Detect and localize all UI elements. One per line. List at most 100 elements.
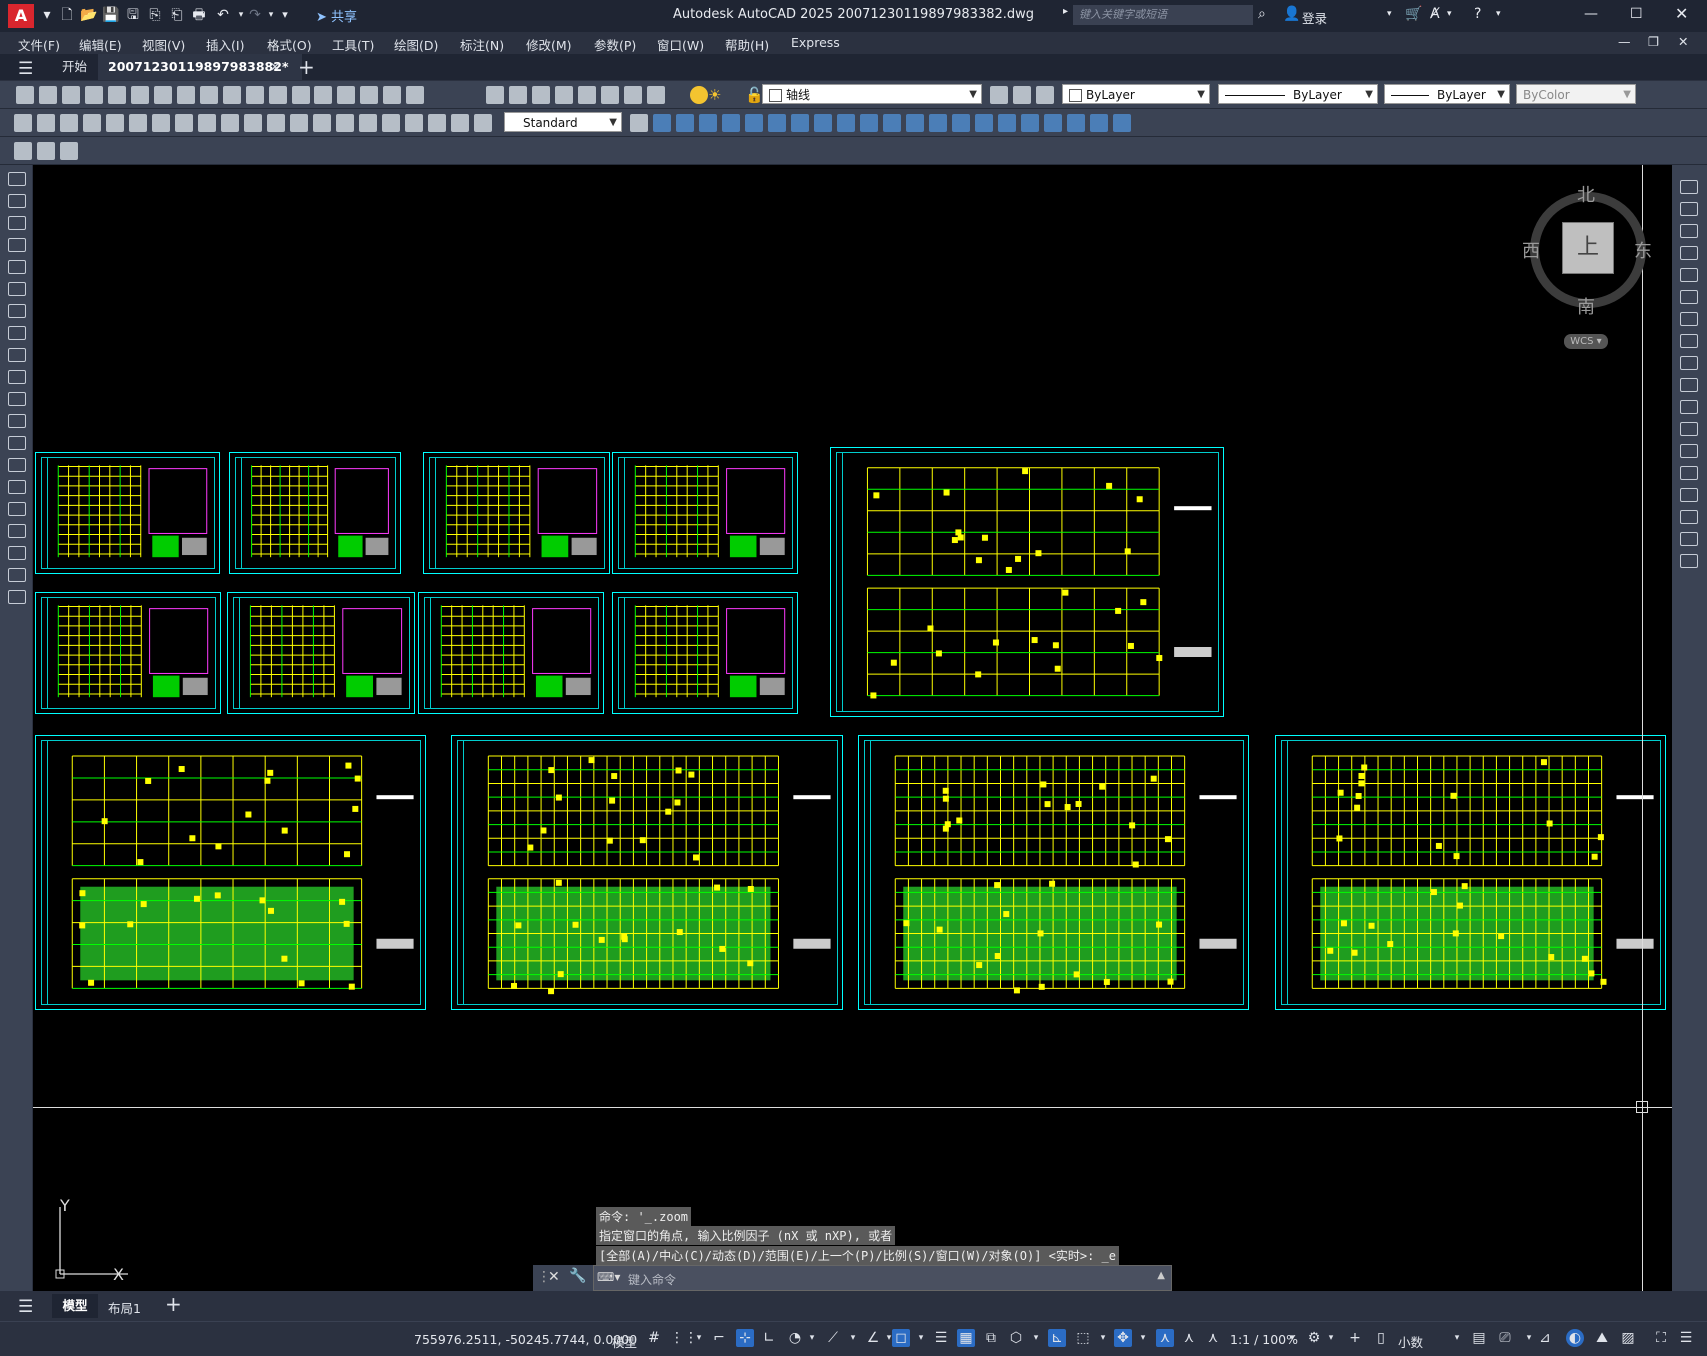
draw-tool-button[interactable] xyxy=(8,326,26,340)
toolbar-button[interactable] xyxy=(60,114,78,132)
tab-start[interactable]: 开始 xyxy=(52,54,97,80)
toolbar-button[interactable] xyxy=(653,114,671,132)
toolbar-button[interactable] xyxy=(647,86,665,104)
modify-tool-button[interactable] xyxy=(1680,422,1698,436)
toolbar-button[interactable] xyxy=(676,114,694,132)
toolbar-button[interactable] xyxy=(175,114,193,132)
auto-scale-icon[interactable]: ⋏ xyxy=(1180,1329,1198,1347)
grid-icon[interactable]: # xyxy=(645,1329,663,1347)
toolbar-button[interactable] xyxy=(998,114,1016,132)
toolbar-button[interactable] xyxy=(1044,114,1062,132)
toolbar-button[interactable] xyxy=(768,114,786,132)
transparency-icon[interactable]: ▦ xyxy=(957,1329,975,1347)
open-folder-icon[interactable]: 📂 xyxy=(80,6,98,24)
help-dropdown-icon[interactable]: ▾ xyxy=(1496,9,1501,19)
layer-on-icon[interactable] xyxy=(690,86,708,104)
snap-dropdown-icon[interactable]: ▾ xyxy=(690,1329,708,1347)
help-icon[interactable]: ? xyxy=(1474,6,1481,22)
cart-icon[interactable]: 🛒 xyxy=(1405,6,1422,22)
maximize-window-icon[interactable]: ☐ xyxy=(1630,6,1643,22)
doc-minimize-icon[interactable]: — xyxy=(1618,34,1631,49)
toolbar-button[interactable] xyxy=(131,86,149,104)
toolbar-button[interactable] xyxy=(14,114,32,132)
save-web-icon[interactable]: ⎗ xyxy=(168,6,186,24)
autocad-logo-icon[interactable]: A xyxy=(8,4,34,28)
modify-tool-button[interactable] xyxy=(1680,268,1698,282)
save-as-icon[interactable]: 🖫 xyxy=(124,6,142,24)
command-history-toggle-icon[interactable]: ▲ xyxy=(1157,1270,1165,1281)
login-link[interactable]: 登录 xyxy=(1302,8,1327,27)
selection-filter-dropdown-icon[interactable]: ▾ xyxy=(1094,1329,1112,1347)
quick-properties-icon[interactable]: ▤ xyxy=(1470,1329,1488,1347)
toolbar-button[interactable] xyxy=(555,86,573,104)
modify-tool-button[interactable] xyxy=(1680,224,1698,238)
toolbar-button[interactable] xyxy=(37,142,55,160)
modify-tool-button[interactable] xyxy=(1680,246,1698,260)
toolbar-button[interactable] xyxy=(336,114,354,132)
draw-tool-button[interactable] xyxy=(8,480,26,494)
toolbar-button[interactable] xyxy=(883,114,901,132)
viewcube-south-label[interactable]: 南 xyxy=(1577,293,1595,319)
toolbar-button[interactable] xyxy=(860,114,878,132)
menu-parametric[interactable]: 参数(P) xyxy=(594,35,636,54)
tab-model[interactable]: 模型 xyxy=(52,1294,98,1318)
toolbar-button[interactable] xyxy=(221,114,239,132)
3d-osnap-dropdown-icon[interactable]: ▾ xyxy=(1027,1329,1045,1347)
toolbar-button[interactable] xyxy=(929,114,947,132)
toolbar-button[interactable] xyxy=(990,86,1008,104)
menu-file[interactable]: 文件(F) xyxy=(18,35,60,54)
toolbar-button[interactable] xyxy=(906,114,924,132)
toolbar-button[interactable] xyxy=(578,86,596,104)
toolbar-button[interactable] xyxy=(129,114,147,132)
toolbar-button[interactable] xyxy=(1036,86,1054,104)
app-menu-chevron-icon[interactable]: ▾ xyxy=(38,6,56,24)
object-snap-dropdown-icon[interactable]: ▾ xyxy=(912,1329,930,1347)
drawing-canvas[interactable]: 上 北 南 东 西 WCS ▾ Y X 命令: '_.zoom 指定窗口的角点,… xyxy=(33,165,1672,1291)
draw-tool-button[interactable] xyxy=(8,524,26,538)
toolbar-button[interactable] xyxy=(85,86,103,104)
toolbar-button[interactable] xyxy=(509,86,527,104)
toolbar-button[interactable] xyxy=(624,86,642,104)
annotation-scale-icon[interactable]: ⋏ xyxy=(1204,1329,1222,1347)
toolbar-button[interactable] xyxy=(106,114,124,132)
toolbar-button[interactable] xyxy=(1067,114,1085,132)
coordinate-readout[interactable]: 755976.2511, -50245.7744, 0.0000 xyxy=(414,1332,637,1347)
modify-tool-button[interactable] xyxy=(1680,444,1698,458)
object-snap-icon[interactable]: ◻ xyxy=(892,1329,910,1347)
modify-tool-button[interactable] xyxy=(1680,180,1698,194)
draw-tool-button[interactable] xyxy=(8,414,26,428)
polar-tracking-icon[interactable]: ◔ xyxy=(786,1329,804,1347)
annotation-monitor-icon[interactable]: + xyxy=(1346,1329,1364,1347)
toolbar-button[interactable] xyxy=(952,114,970,132)
toolbar-button[interactable] xyxy=(359,114,377,132)
draw-tool-button[interactable] xyxy=(8,502,26,516)
modify-tool-button[interactable] xyxy=(1680,290,1698,304)
modify-tool-button[interactable] xyxy=(1680,356,1698,370)
draw-tool-button[interactable] xyxy=(8,238,26,252)
draw-tool-button[interactable] xyxy=(8,590,26,604)
modify-tool-button[interactable] xyxy=(1680,466,1698,480)
menu-tools[interactable]: 工具(T) xyxy=(332,35,374,54)
toolbar-button[interactable] xyxy=(474,114,492,132)
layer-combo[interactable]: 轴线 ▼ xyxy=(762,84,982,104)
toolbar-button[interactable] xyxy=(267,114,285,132)
plot-icon[interactable]: 🖶 xyxy=(190,6,208,24)
tab-layout1[interactable]: 布局1 xyxy=(108,1298,141,1317)
toolbar-button[interactable] xyxy=(451,114,469,132)
save-icon[interactable]: 💾 xyxy=(102,6,120,24)
toolbar-button[interactable] xyxy=(382,114,400,132)
doc-restore-icon[interactable]: ❐ xyxy=(1648,34,1659,49)
draw-tool-button[interactable] xyxy=(8,304,26,318)
menu-modify[interactable]: 修改(M) xyxy=(526,35,572,54)
toolbar-button[interactable] xyxy=(360,86,378,104)
toolbar-button[interactable] xyxy=(1090,114,1108,132)
menu-help[interactable]: 帮助(H) xyxy=(725,35,769,54)
toolbar-button[interactable] xyxy=(62,86,80,104)
menu-draw[interactable]: 绘图(D) xyxy=(394,35,438,54)
draw-tool-button[interactable] xyxy=(8,172,26,186)
draw-tool-button[interactable] xyxy=(8,436,26,450)
add-layout-icon[interactable]: + xyxy=(165,1292,182,1316)
draw-tool-button[interactable] xyxy=(8,546,26,560)
toolbar-button[interactable] xyxy=(699,114,717,132)
viewcube-east-label[interactable]: 东 xyxy=(1634,237,1652,263)
